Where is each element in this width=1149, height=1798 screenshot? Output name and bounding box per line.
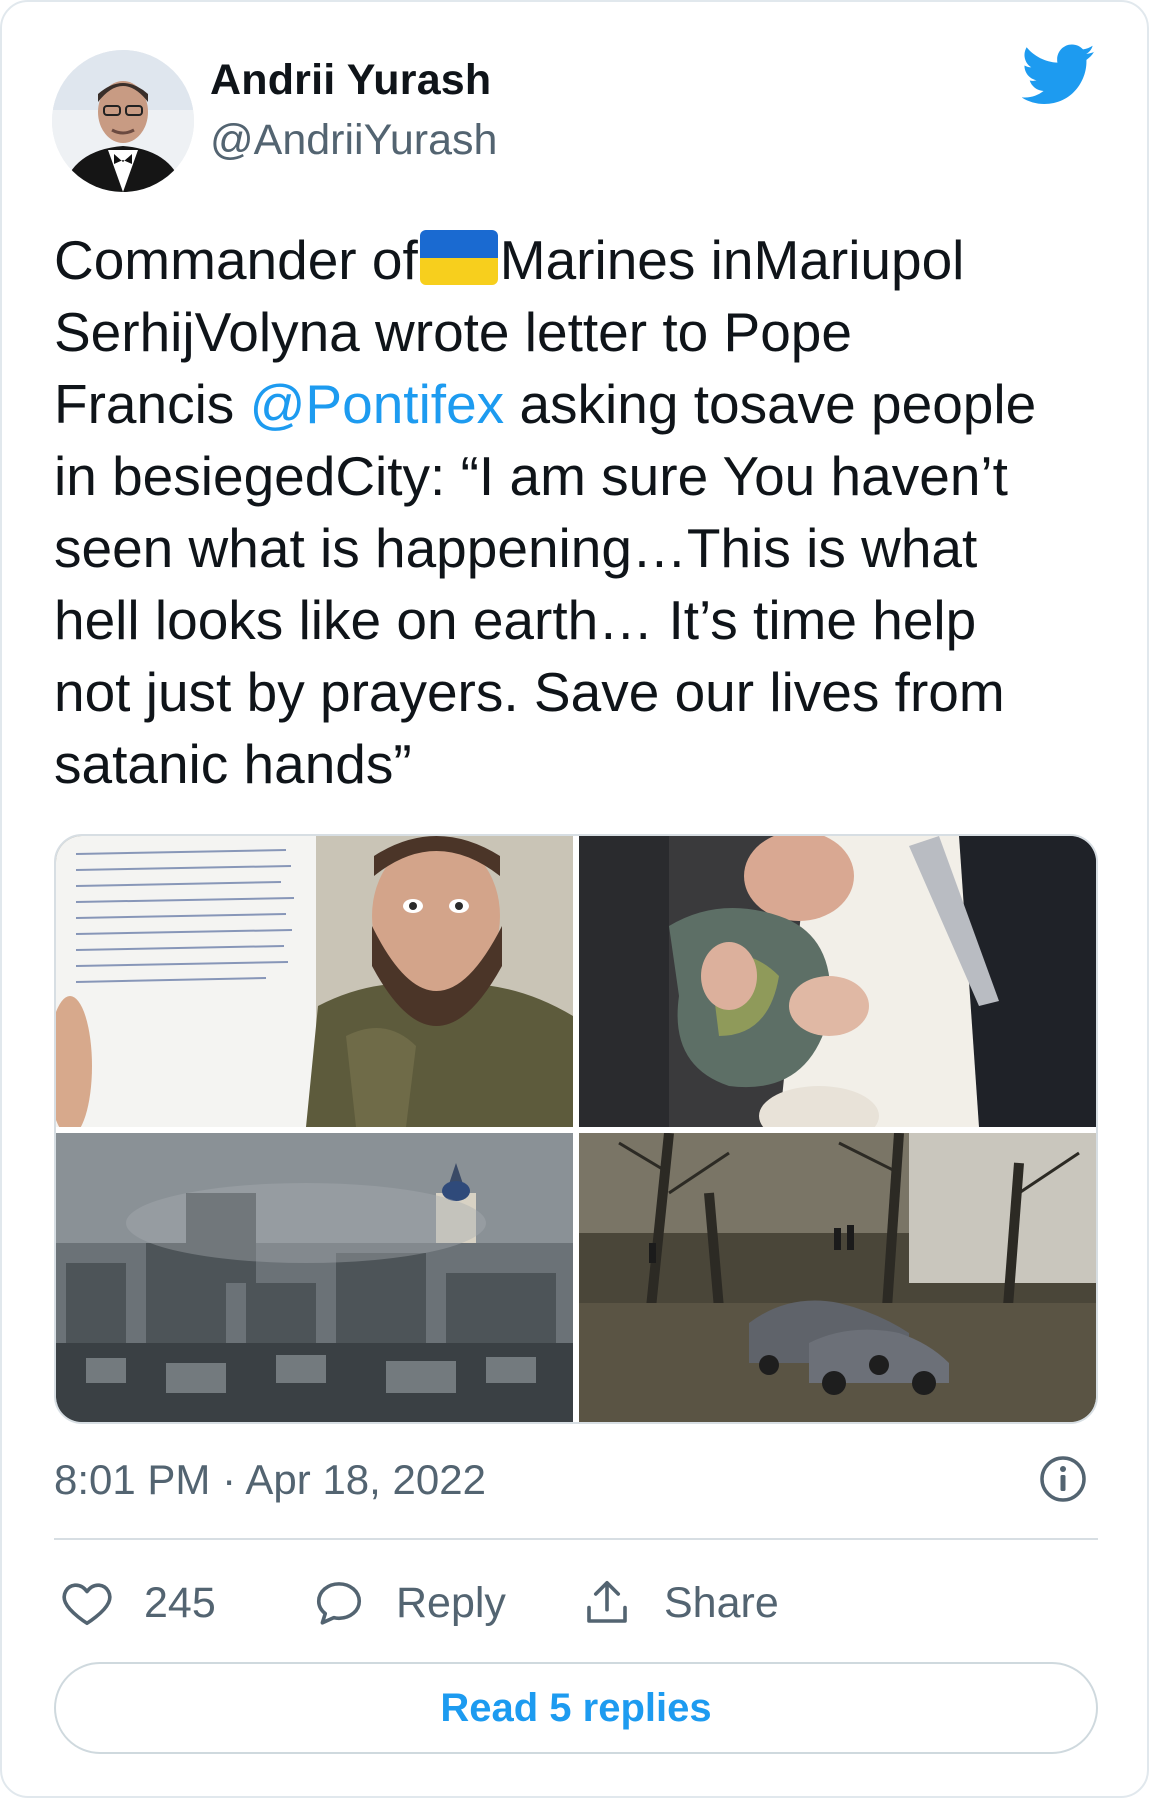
read-replies-button[interactable]: Read 5 replies xyxy=(54,1662,1098,1754)
tweet-text-segment: Marines inMariupol xyxy=(499,229,965,291)
ukraine-flag-icon xyxy=(419,230,498,285)
tweet-line-1: Commander of Marines inMariupol xyxy=(54,224,1114,296)
tweet-line-6: hell looks like on earth… It’s time help xyxy=(54,589,977,651)
media-photo-pope-flag[interactable] xyxy=(579,836,1096,1127)
divider xyxy=(54,1538,1098,1540)
tweet-line-5: seen what is happening…This is what xyxy=(54,517,978,579)
share-upload-icon xyxy=(587,1580,627,1623)
author-handle[interactable]: @AndriiYurash xyxy=(210,116,497,165)
tweet-text: Commander of Marines inMariupol SerhijVol… xyxy=(54,224,1114,800)
like-button[interactable]: 245 xyxy=(60,1574,216,1632)
share-label: Share xyxy=(664,1578,779,1627)
tweet-line-4: in besiegedCity: “I am sure You haven’t xyxy=(54,445,1008,507)
tweet-text-segment: asking tosave people xyxy=(504,373,1037,435)
tweet-line-7: not just by prayers. Save our lives from xyxy=(54,661,1005,723)
media-grid xyxy=(54,834,1098,1424)
reply-label: Reply xyxy=(396,1578,506,1627)
heart-icon xyxy=(62,1583,112,1626)
info-icon[interactable] xyxy=(1038,1454,1088,1504)
author-avatar[interactable] xyxy=(52,50,194,192)
reply-bubble-icon xyxy=(316,1582,362,1625)
tweet-line-2: SerhijVolyna wrote letter to Pope xyxy=(54,301,852,363)
tweet-text-segment: Francis xyxy=(54,373,250,435)
twitter-bird-icon[interactable] xyxy=(1022,44,1096,106)
reply-button[interactable]: Reply xyxy=(312,1574,506,1632)
like-count: 245 xyxy=(144,1578,216,1627)
tweet-line-8: satanic hands” xyxy=(54,733,412,795)
tweet-line-3: Francis @Pontifex asking tosave people xyxy=(54,368,1114,440)
media-photo-destroyed-cars[interactable] xyxy=(579,1133,1096,1422)
tweet-timestamp[interactable]: 8:01 PM · Apr 18, 2022 xyxy=(54,1456,486,1504)
share-button[interactable]: Share xyxy=(580,1574,779,1632)
author-name[interactable]: Andrii Yurash xyxy=(210,56,491,105)
media-photo-city-smoke[interactable] xyxy=(56,1133,573,1422)
media-photo-letter-marine[interactable] xyxy=(56,836,573,1127)
tweet-text-segment: Commander of xyxy=(54,229,418,291)
tweet-card: Andrii Yurash @AndriiYurash Commander of… xyxy=(0,0,1149,1798)
mention-link-pontifex[interactable]: @Pontifex xyxy=(250,373,505,435)
